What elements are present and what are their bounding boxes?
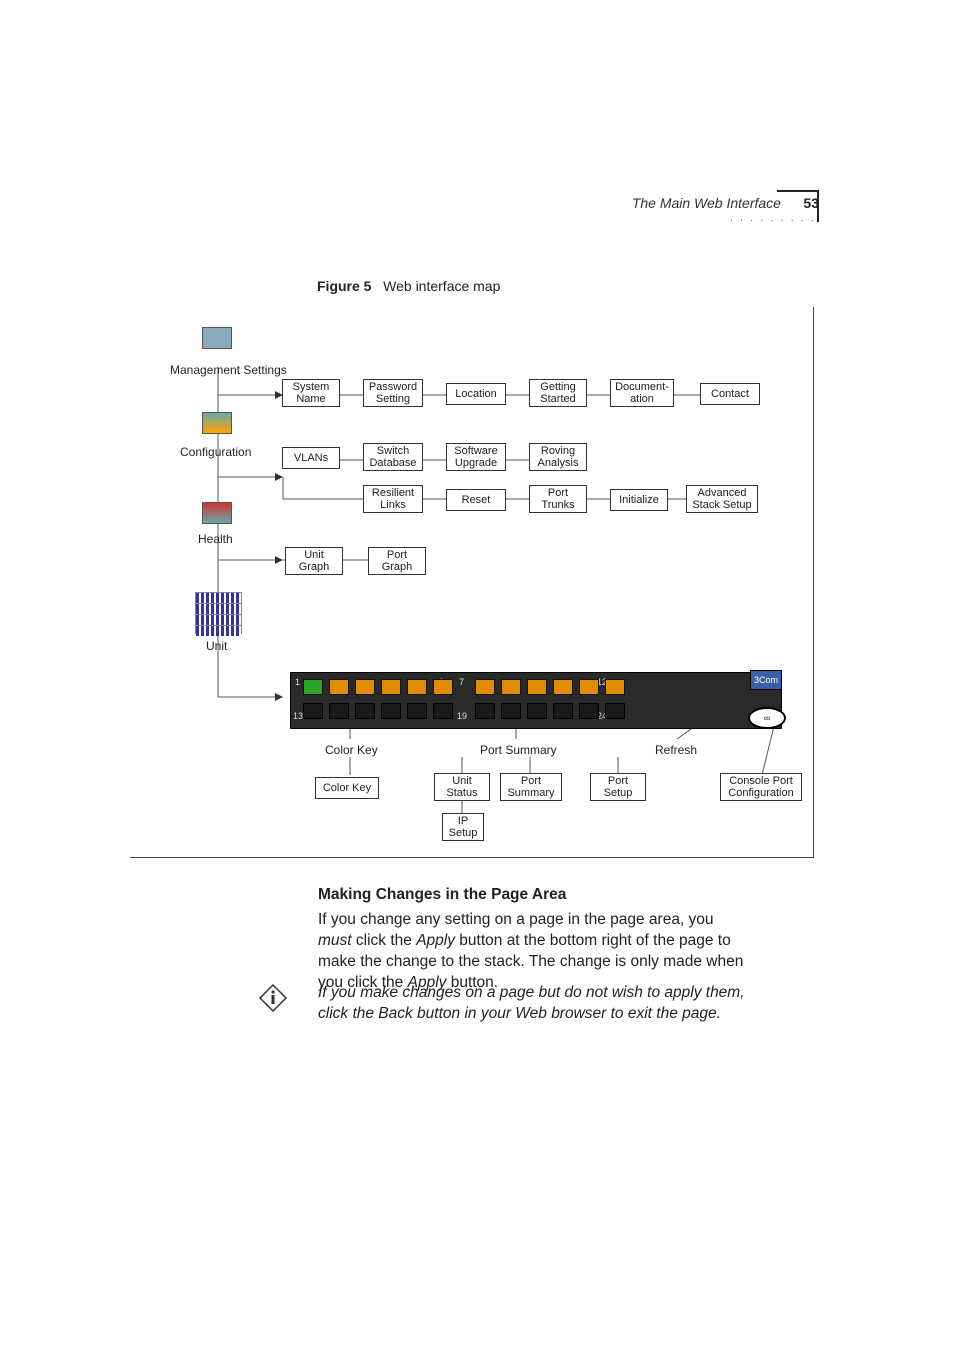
node-reset[interactable]: Reset [446, 489, 506, 511]
node-resilient-links[interactable]: ResilientLinks [363, 485, 423, 513]
node-console-port-config[interactable]: Console PortConfiguration [720, 773, 802, 801]
section-heading-block: Making Changes in the Page Area [318, 885, 748, 912]
node-color-key[interactable]: Color Key [315, 777, 379, 799]
figure-title: Web interface map [383, 278, 500, 294]
node-port-setup[interactable]: PortSetup [590, 773, 646, 801]
logo-3com: 3Com [750, 670, 782, 690]
health-icon [202, 502, 232, 524]
node-switch-database[interactable]: SwitchDatabase [363, 443, 423, 471]
cat-health-label: Health [198, 532, 233, 546]
paragraph-1: If you change any setting on a page in t… [318, 910, 748, 994]
figure-label: Figure 5 [317, 278, 371, 294]
cat-mgmt-label: Management Settings [170, 363, 287, 377]
node-port-trunks[interactable]: PortTrunks [529, 485, 587, 513]
ptr-port-summary: Port Summary [480, 743, 557, 757]
node-ip-setup[interactable]: IPSetup [442, 813, 484, 841]
node-getting-started[interactable]: GettingStarted [529, 379, 587, 407]
ptr-refresh: Refresh [655, 743, 697, 757]
node-port-summary[interactable]: PortSummary [500, 773, 562, 801]
node-initialize[interactable]: Initialize [610, 489, 668, 511]
mgmt-icon [202, 327, 232, 349]
node-contact[interactable]: Contact [700, 383, 760, 405]
figure-frame: Management Settings SystemName PasswordS… [130, 307, 814, 858]
section-heading: Making Changes in the Page Area [318, 885, 748, 906]
node-adv-stack-setup[interactable]: AdvancedStack Setup [686, 485, 758, 513]
config-icon [202, 412, 232, 434]
section-title: The Main Web Interface [632, 195, 781, 211]
node-system-name[interactable]: SystemName [282, 379, 340, 407]
node-password-setting[interactable]: PasswordSetting [363, 379, 423, 407]
node-vlans[interactable]: VLANs [282, 447, 340, 469]
node-documentation[interactable]: Document-ation [610, 379, 674, 407]
logo-oval: ∞ [748, 707, 786, 729]
note-paragraph: If you make changes on a page but do not… [318, 983, 748, 1025]
unit-icon [195, 592, 242, 634]
cat-config-label: Configuration [180, 445, 251, 459]
info-icon [258, 983, 288, 1013]
ptr-color-key: Color Key [325, 743, 378, 757]
node-roving-analysis[interactable]: RovingAnalysis [529, 443, 587, 471]
node-software-upgrade[interactable]: SoftwareUpgrade [446, 443, 506, 471]
node-port-graph[interactable]: PortGraph [368, 547, 426, 575]
node-unit-graph[interactable]: UnitGraph [285, 547, 343, 575]
figure-caption: Figure 5 Web interface map [317, 278, 500, 294]
node-unit-status[interactable]: UnitStatus [434, 773, 490, 801]
header-dots: · · · · · · · · · [730, 215, 816, 226]
cat-unit-label: Unit [206, 639, 227, 653]
device-panel[interactable]: 1 6 7 12 13 18 19 24 [290, 672, 782, 729]
node-location[interactable]: Location [446, 383, 506, 405]
